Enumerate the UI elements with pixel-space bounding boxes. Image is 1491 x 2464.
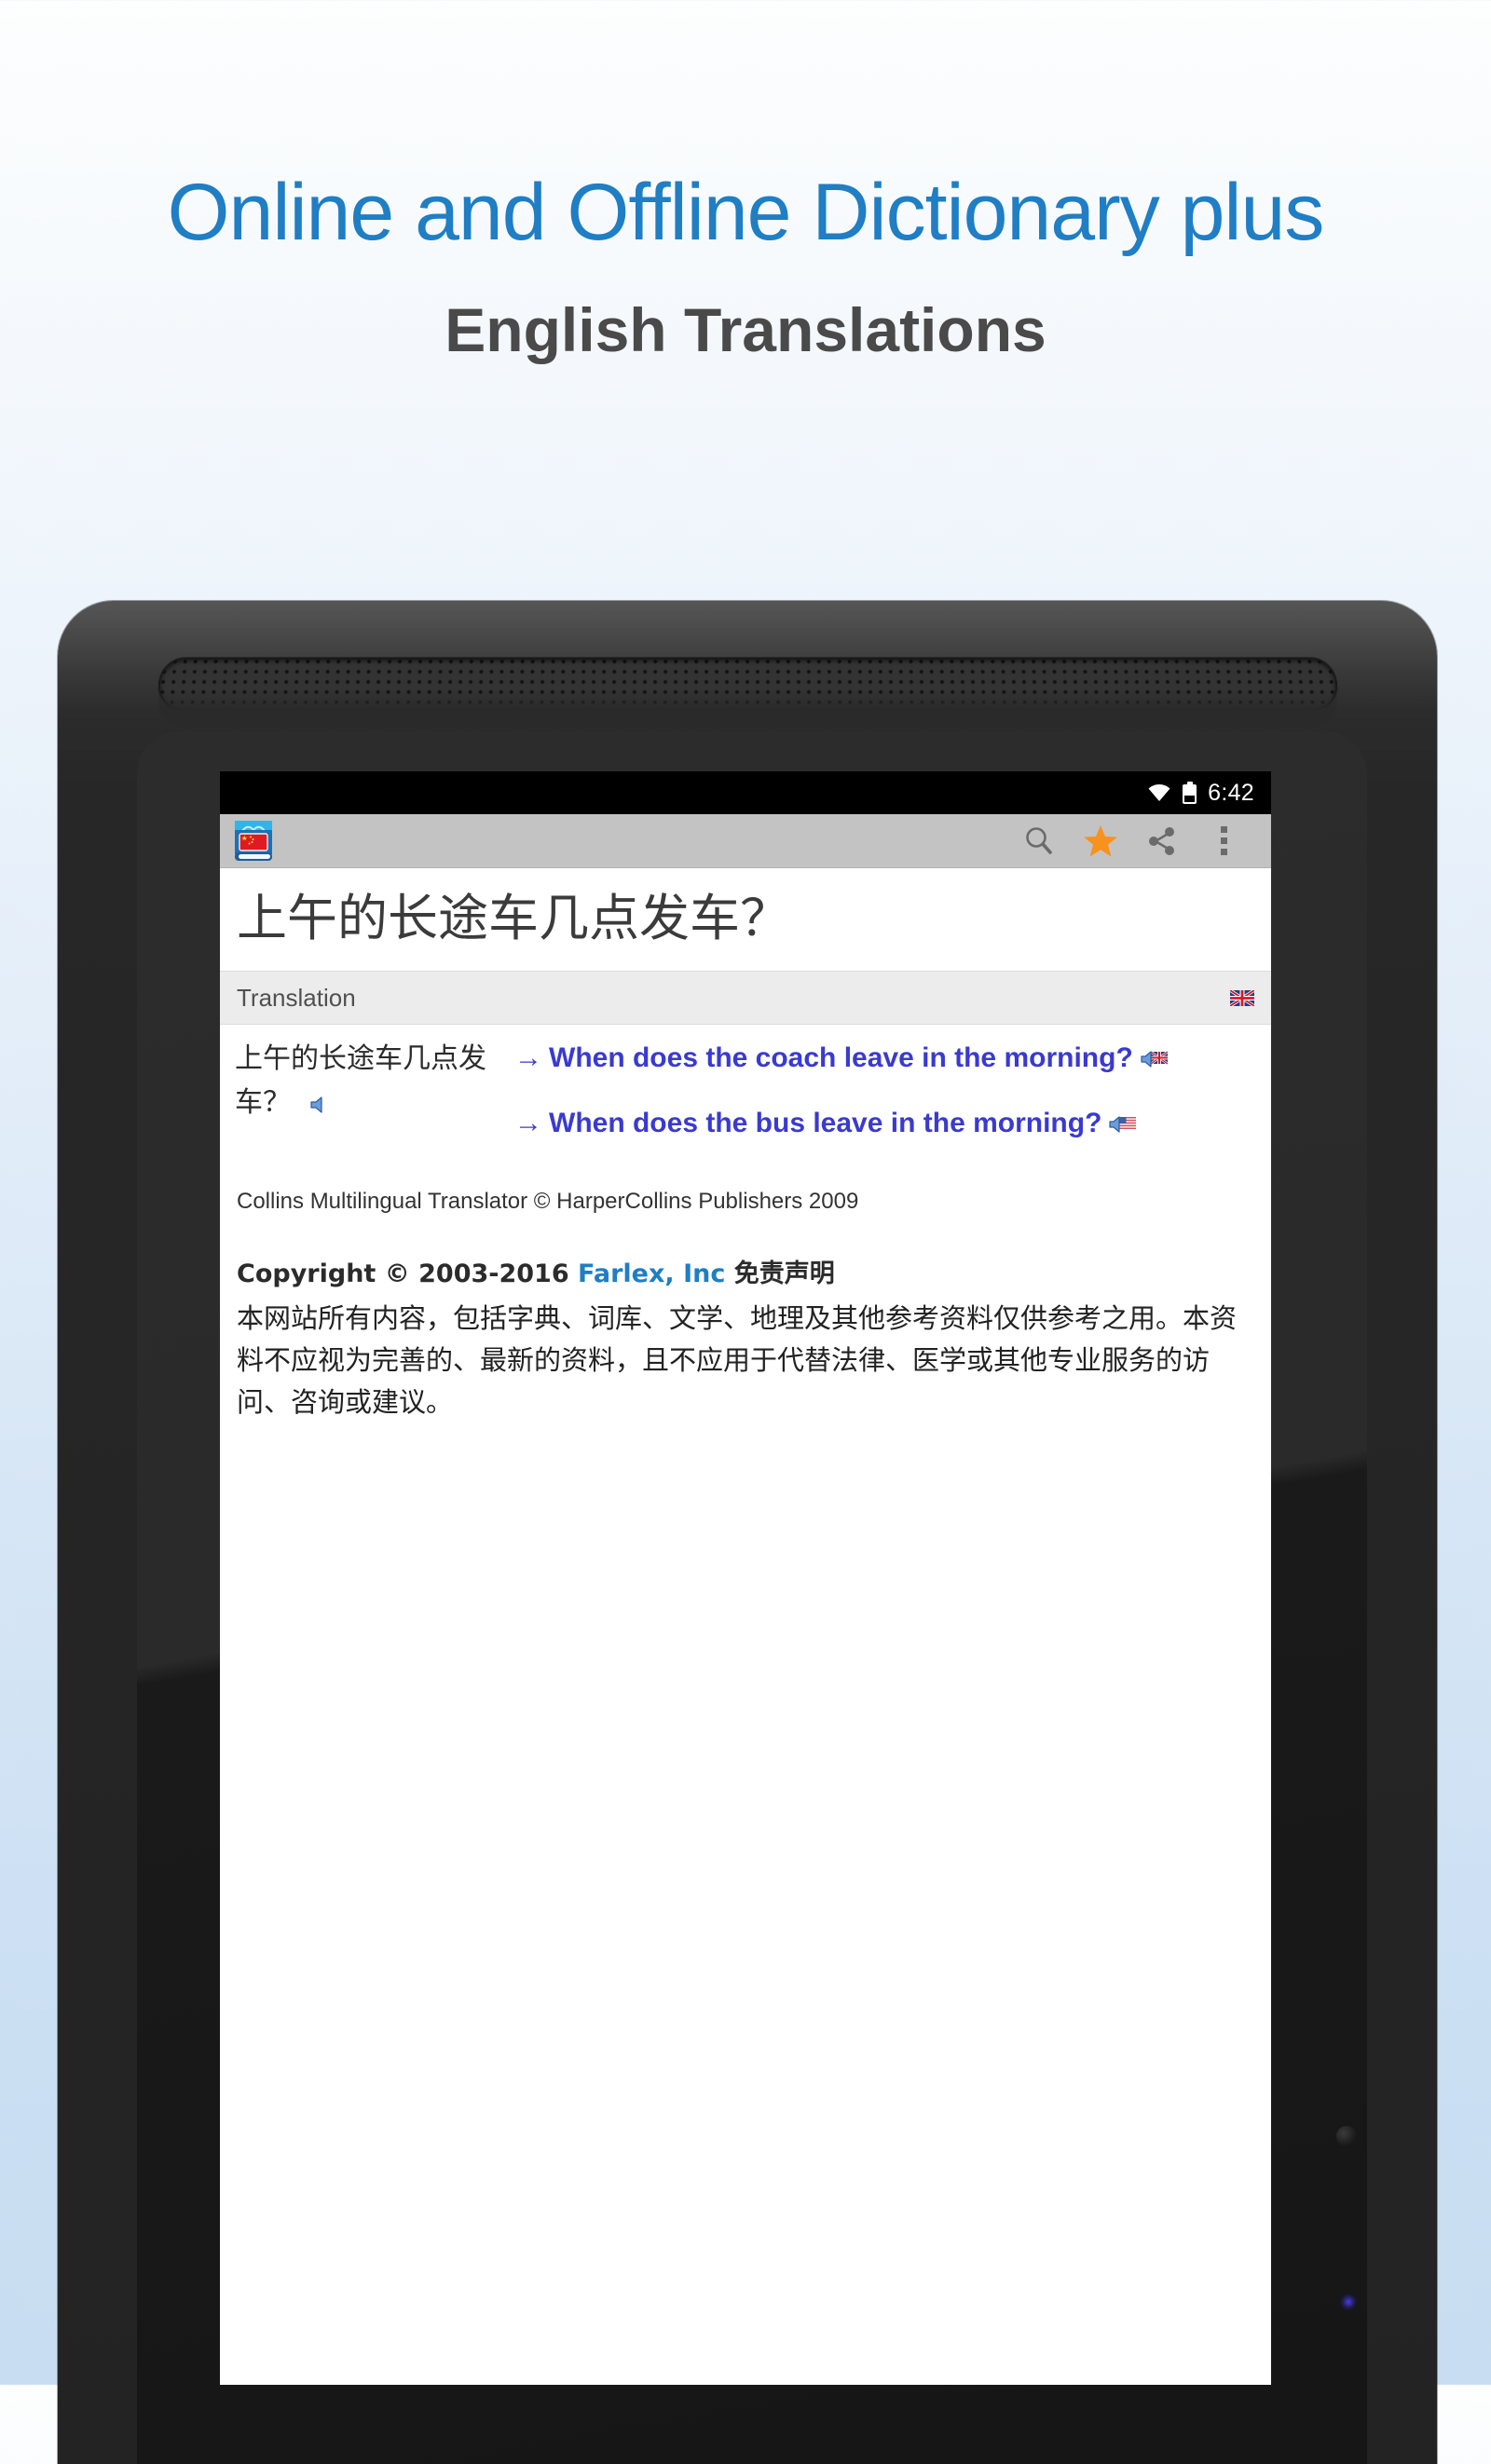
translation-table: 上午的长途车几点发 车？ → When does the coach leave …	[235, 1038, 1256, 1158]
star-icon[interactable]	[1070, 814, 1131, 868]
speaker-grille-shadow	[158, 690, 1337, 728]
disclaimer-text: 本网站所有内容，包括字典、词库、文学、地理及其他参考资料仅供参考之用。本资料不应…	[237, 1298, 1254, 1423]
arrow-icon: →	[514, 1108, 542, 1138]
app-toolbar	[220, 814, 1271, 868]
share-icon[interactable]	[1131, 814, 1193, 868]
source-term-cell: 上午的长途车几点发 车？	[235, 1038, 514, 1158]
speaker-icon[interactable]	[309, 1084, 330, 1128]
translation-section-header: Translation	[220, 971, 1271, 1025]
translation-item[interactable]: → When does the coach leave in the mornin…	[514, 1038, 1256, 1082]
speaker-uk-flag-icon[interactable]	[1141, 1041, 1169, 1082]
promo-headline-line2: English Translations	[0, 299, 1491, 361]
farlex-link[interactable]: Farlex, Inc	[578, 1259, 725, 1288]
source-credit: Collins Multilingual Translator © Harper…	[220, 1158, 1271, 1218]
wifi-icon	[1147, 783, 1171, 802]
promo-headline-line1: Online and Offline Dictionary plus	[0, 172, 1491, 252]
table-row: 上午的长途车几点发 车？ → When does the coach leave …	[235, 1038, 1256, 1158]
source-term-text-line2: 车？	[235, 1086, 291, 1119]
copyright-block: Copyright © 2003-2016 Farlex, Inc 免责声明 本…	[220, 1218, 1271, 1423]
translation-text[interactable]: When does the coach leave in the morning…	[549, 1042, 1133, 1073]
notification-led-icon	[1340, 2294, 1357, 2310]
translation-body: 上午的长途车几点发 车？ → When does the coach leave …	[220, 1025, 1271, 1158]
section-title: Translation	[237, 984, 356, 1013]
copyright-line: Copyright © 2003-2016 Farlex, Inc 免责声明	[237, 1257, 1254, 1292]
page-title: 上午的长途车几点发车？	[220, 868, 1271, 971]
uk-flag-icon	[1230, 990, 1254, 1006]
arrow-icon: →	[514, 1042, 542, 1073]
status-bar: 6:42	[220, 771, 1271, 814]
disclaimer-link[interactable]: 免责声明	[725, 1259, 834, 1288]
device-screen: 6:42 上午的长途车几点发车？ Translation 上午的长途车几点发 车…	[220, 771, 1271, 2385]
promo-headline-block: Online and Offline Dictionary plus Engli…	[0, 0, 1491, 361]
translation-text[interactable]: When does the bus leave in the morning?	[549, 1108, 1101, 1138]
target-translations-cell: → When does the coach leave in the mornin…	[514, 1038, 1256, 1158]
translation-item[interactable]: → When does the bus leave in the morning?	[514, 1103, 1256, 1147]
source-term-text: 上午的长途车几点发	[235, 1042, 486, 1075]
copyright-prefix: Copyright © 2003-2016	[237, 1259, 578, 1288]
overflow-menu-icon[interactable]	[1193, 814, 1254, 868]
chinese-dictionary-book-icon[interactable]	[231, 819, 276, 864]
search-icon[interactable]	[1008, 814, 1070, 868]
speaker-us-flag-icon[interactable]	[1109, 1106, 1137, 1147]
battery-icon	[1183, 782, 1197, 804]
status-bar-clock: 6:42	[1208, 780, 1254, 807]
front-camera-icon	[1336, 2126, 1357, 2146]
